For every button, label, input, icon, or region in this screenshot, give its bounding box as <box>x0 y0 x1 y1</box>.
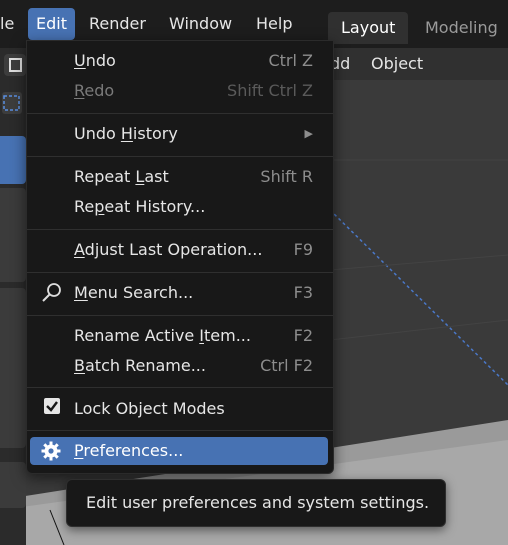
menu-item-rename-active-item[interactable]: Rename Active Item... <box>74 323 314 349</box>
search-icon <box>41 281 63 303</box>
viewport-header: dd Object <box>330 48 508 80</box>
separator <box>27 315 333 316</box>
tooltip-text: Edit user preferences and system setting… <box>86 493 430 512</box>
separator <box>27 272 333 273</box>
transform-tools[interactable] <box>0 188 26 282</box>
tool-shelf <box>0 48 26 545</box>
menu-item-repeat-history[interactable]: Repeat History... <box>74 194 314 220</box>
separator <box>27 387 333 388</box>
menu-file[interactable]: le <box>0 8 22 40</box>
menu-item-undo-history[interactable]: Undo History <box>74 121 314 147</box>
shortcut-rename-active: F2 <box>293 326 313 345</box>
menu-window[interactable]: Window <box>161 8 240 40</box>
separator <box>27 113 333 114</box>
annotate-tools[interactable] <box>0 288 26 448</box>
shortcut-adjust-last: F9 <box>293 240 313 259</box>
edit-menu: Undo Ctrl Z Redo Shift Ctrl Z Undo Histo… <box>26 40 334 474</box>
menu-render[interactable]: Render <box>81 8 154 40</box>
menu-object[interactable]: Object <box>371 52 423 76</box>
add-cube-tool[interactable] <box>0 462 26 508</box>
tooltip: Edit user preferences and system setting… <box>66 479 446 527</box>
menu-item-preferences[interactable]: Preferences... <box>74 438 314 464</box>
submenu-arrow-icon: ▶ <box>304 127 313 140</box>
separator <box>27 430 333 431</box>
tab-modeling[interactable]: Modeling <box>412 12 508 44</box>
menu-edit[interactable]: Edit <box>28 8 75 40</box>
gear-icon <box>40 440 62 462</box>
select-box-icon[interactable] <box>2 92 22 114</box>
menu-item-lock-object-modes[interactable]: Lock Object Modes <box>74 396 314 422</box>
shortcut-repeat-last: Shift R <box>260 167 313 186</box>
tab-layout[interactable]: Layout <box>328 12 409 44</box>
menu-help[interactable]: Help <box>248 8 300 40</box>
checkbox-checked-icon[interactable] <box>44 398 60 414</box>
shortcut-undo: Ctrl Z <box>268 51 313 70</box>
select-tool-button[interactable] <box>0 136 26 184</box>
menu-item-menu-search[interactable]: Menu Search... <box>74 280 314 306</box>
shortcut-redo: Shift Ctrl Z <box>227 81 313 100</box>
separator <box>27 229 333 230</box>
shortcut-batch-rename: Ctrl F2 <box>260 356 313 375</box>
separator <box>27 156 333 157</box>
shortcut-menu-search: F3 <box>293 283 313 302</box>
editor-type-icon[interactable] <box>4 54 26 76</box>
menu-item-adjust-last-operation[interactable]: Adjust Last Operation... <box>74 237 314 263</box>
